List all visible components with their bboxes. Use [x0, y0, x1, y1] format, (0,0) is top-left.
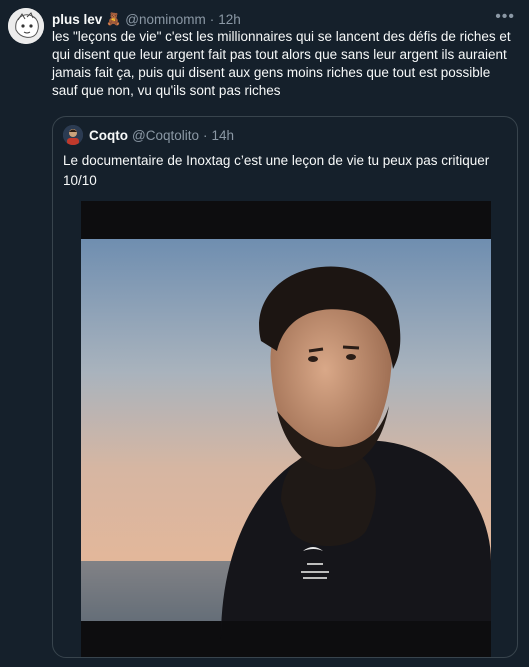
- quoted-timestamp[interactable]: 14h: [211, 128, 234, 143]
- tweet-header: plus lev 🧸 @nominomm · 12h: [52, 10, 509, 28]
- documentary-still-photo: [81, 201, 491, 657]
- quoted-media-image[interactable]: [81, 201, 491, 657]
- tweet[interactable]: plus lev 🧸 @nominomm · 12h ••• les "leço…: [0, 0, 529, 667]
- quoted-display-name[interactable]: Coqto: [89, 128, 128, 143]
- quoted-user-handle[interactable]: @Coqtolito: [132, 128, 199, 143]
- timestamp[interactable]: 12h: [218, 12, 241, 27]
- quoted-tweet-header: Coqto @Coqtolito · 14h: [63, 125, 234, 145]
- user-handle[interactable]: @nominomm: [125, 12, 205, 27]
- tweet-text: les "leçons de vie" c'est les millionnai…: [52, 29, 511, 98]
- teddy-bear-emoji-icon: 🧸: [106, 12, 122, 26]
- quoted-text-line-2: 10/10: [63, 173, 97, 188]
- quoted-tweet-text: Le documentaire de Inoxtag c’est une leç…: [63, 151, 509, 191]
- quoted-avatar-icon: [63, 125, 83, 145]
- display-name[interactable]: plus lev: [52, 12, 102, 27]
- avatar[interactable]: [8, 8, 44, 44]
- quoted-text-line-1: Le documentaire de Inoxtag c’est une leç…: [63, 153, 490, 168]
- quoted-avatar[interactable]: [63, 125, 83, 145]
- quoted-separator-dot: ·: [202, 127, 208, 143]
- more-options-icon[interactable]: •••: [495, 8, 515, 26]
- avatar-drawing-icon: [8, 8, 44, 44]
- separator-dot: ·: [209, 11, 215, 27]
- quoted-tweet[interactable]: Coqto @Coqtolito · 14h Le documentaire d…: [52, 116, 518, 658]
